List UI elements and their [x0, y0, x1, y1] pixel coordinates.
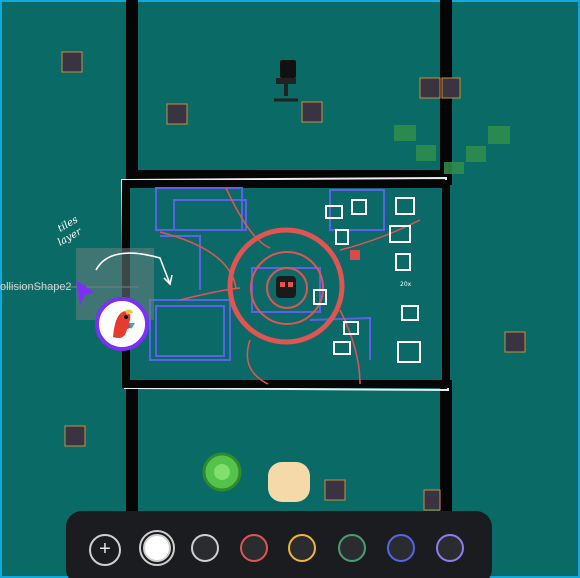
color-swatch-purple[interactable] [436, 534, 464, 562]
wall-left-top [126, 0, 138, 185]
scale-tag: 20x [400, 281, 412, 288]
color-swatch-yellow[interactable] [288, 534, 316, 562]
parrot-avatar-icon [99, 301, 145, 347]
color-swatch-light-gray[interactable] [191, 534, 219, 562]
color-swatch-blue[interactable] [387, 534, 415, 562]
color-swatch-red[interactable] [240, 534, 268, 562]
sheep-sprite [268, 462, 310, 502]
level-board: 20x tiles layer ollisionShape2 [0, 0, 526, 578]
color-swatch-green[interactable] [338, 534, 366, 562]
green-portal-core [214, 464, 230, 480]
drawing-canvas[interactable]: 20x tiles layer ollisionShape2 + [0, 0, 580, 578]
wall-right-bottom [440, 380, 452, 520]
red-small-marker [350, 250, 360, 260]
color-swatch-white[interactable] [139, 530, 175, 566]
skull-sprite [276, 276, 296, 298]
node-label: ollisionShape2 [0, 281, 72, 293]
office-chair-sprite [274, 60, 298, 102]
color-toolbar: + [66, 511, 492, 578]
plus-icon: + [99, 538, 111, 560]
user-avatar[interactable] [95, 297, 149, 351]
add-button[interactable]: + [89, 534, 121, 566]
